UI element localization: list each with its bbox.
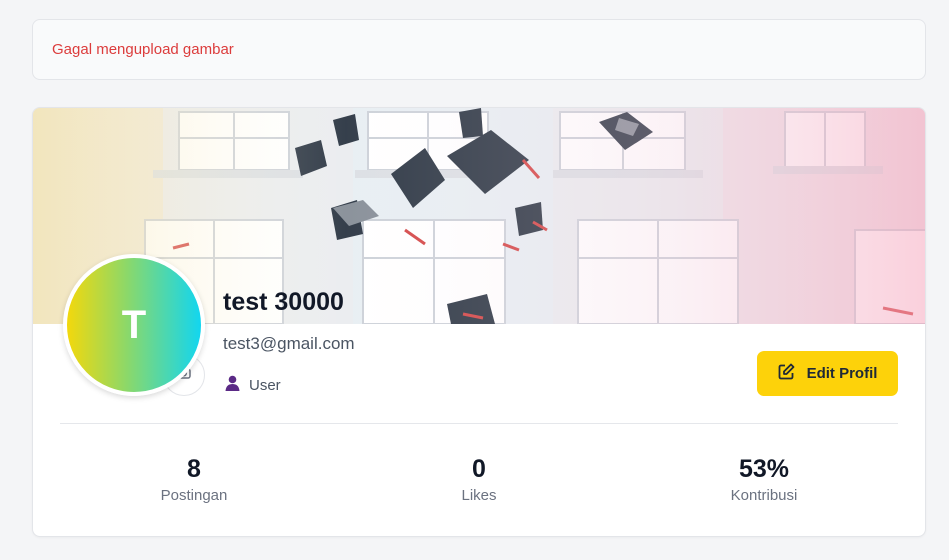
stat-value: 0	[472, 455, 486, 483]
stat-contribution: 53% Kontribusi	[630, 453, 898, 504]
profile-name: test 30000	[223, 288, 344, 316]
profile-role: User	[225, 375, 281, 395]
user-icon	[225, 375, 240, 395]
error-message: Gagal mengupload gambar	[52, 41, 234, 58]
stats-row: 8 Postingan 0 Likes 53% Kontribusi	[60, 453, 898, 504]
profile-card: T test 30000 test3@gmail.com User Edit P…	[32, 107, 926, 537]
avatar-initial: T	[121, 302, 147, 347]
stat-value: 53%	[738, 455, 790, 483]
edit-icon	[778, 363, 795, 384]
role-label: User	[249, 376, 281, 394]
stat-label: Kontribusi	[730, 487, 798, 504]
stat-label: Likes	[461, 487, 497, 504]
stat-label: Postingan	[160, 487, 228, 504]
profile-email: test3@gmail.com	[223, 334, 355, 353]
edit-profile-label: Edit Profil	[806, 365, 878, 382]
stat-likes: 0 Likes	[345, 453, 613, 504]
edit-profile-button[interactable]: Edit Profil	[757, 351, 898, 396]
error-alert: Gagal mengupload gambar	[32, 19, 926, 80]
avatar: T	[63, 254, 205, 396]
stat-posts: 8 Postingan	[60, 453, 328, 504]
stat-value: 8	[187, 455, 201, 483]
divider	[60, 423, 898, 424]
